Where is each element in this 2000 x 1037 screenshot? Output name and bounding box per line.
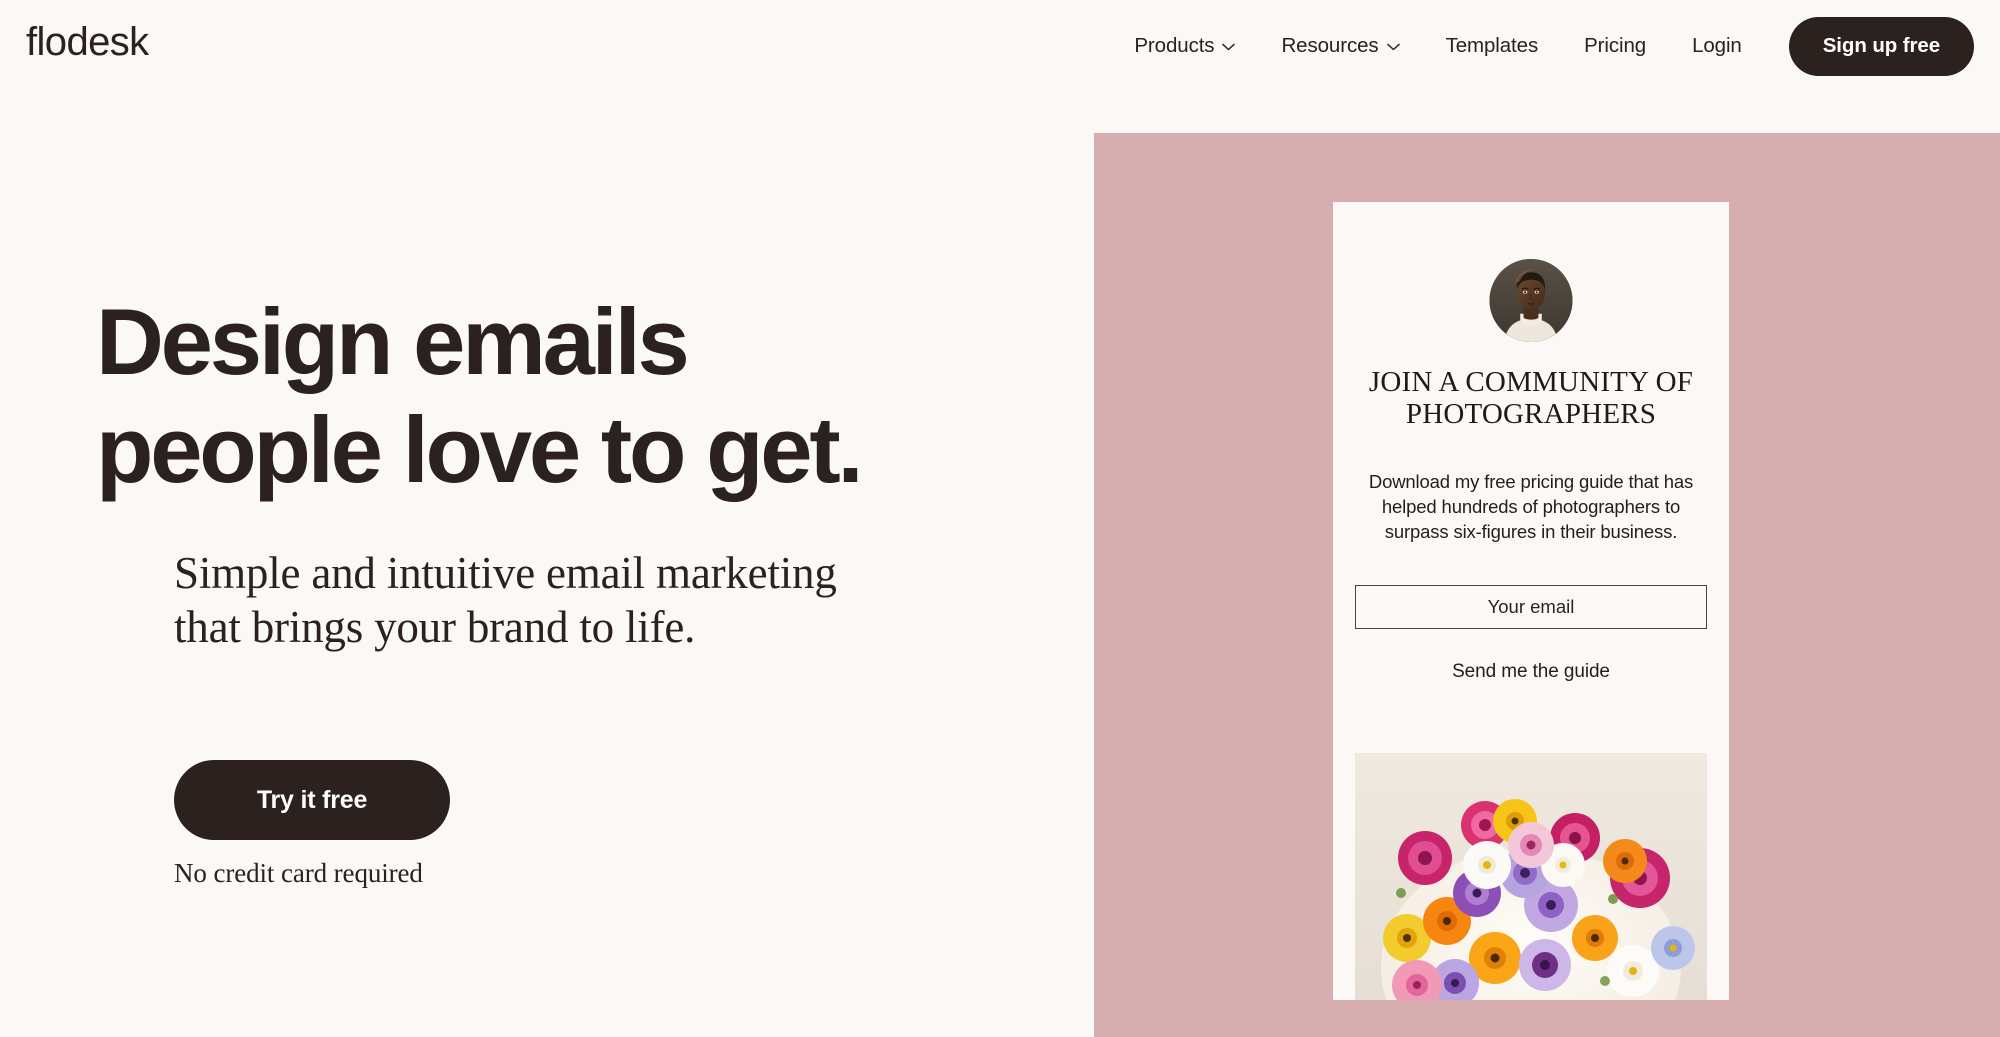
sign-up-free-button[interactable]: Sign up free [1788, 16, 1974, 76]
email-card-headline: JOIN A COMMUNITY OF PHOTOGRAPHERS [1368, 366, 1694, 431]
no-credit-card-note: No credit card required [174, 858, 423, 888]
flodesk-logo[interactable]: flodesk [26, 22, 149, 62]
nav-item-label: Templates [1445, 34, 1539, 57]
headline-line-2: people love to get. [96, 397, 864, 502]
hero-left-column: Design emails people love to get. Simple… [0, 0, 1094, 1037]
nav-item-label: Pricing [1584, 34, 1647, 57]
flower-cake-photo [1355, 753, 1707, 1000]
site-header: flodesk Products Resources Templates Pri… [0, 0, 2000, 92]
try-it-free-button[interactable]: Try it free [174, 760, 450, 840]
email-input[interactable] [1355, 585, 1707, 629]
nav-item-resources[interactable]: Resources [1258, 26, 1422, 66]
nav-item-label: Login [1692, 34, 1742, 57]
hero-subheadline: Simple and intuitive email marketing tha… [174, 548, 837, 652]
nav-item-pricing[interactable]: Pricing [1561, 26, 1669, 66]
chevron-down-icon [1222, 43, 1236, 51]
nav-item-products[interactable]: Products [1111, 26, 1258, 66]
hero-right-panel: JOIN A COMMUNITY OF PHOTOGRAPHERS Downlo… [1094, 133, 2000, 1037]
nav-item-label: Products [1134, 34, 1215, 57]
page-title: Design emails people love to get. [96, 295, 996, 497]
chevron-down-icon [1386, 43, 1400, 51]
main-navigation: Products Resources Templates Pricing Log… [1111, 12, 1974, 80]
email-card-body-text: Download my free pricing guide that has … [1368, 471, 1694, 542]
nav-item-label: Resources [1281, 34, 1379, 57]
send-me-the-guide-button[interactable]: Send me the guide [1333, 655, 1729, 689]
nav-item-templates[interactable]: Templates [1423, 26, 1562, 66]
avatar [1489, 259, 1573, 342]
landing-page: flodesk Products Resources Templates Pri… [0, 0, 2000, 1037]
headline-line-1: Design emails [96, 289, 690, 394]
email-preview-card: JOIN A COMMUNITY OF PHOTOGRAPHERS Downlo… [1333, 202, 1729, 1000]
nav-item-login[interactable]: Login [1669, 26, 1765, 66]
